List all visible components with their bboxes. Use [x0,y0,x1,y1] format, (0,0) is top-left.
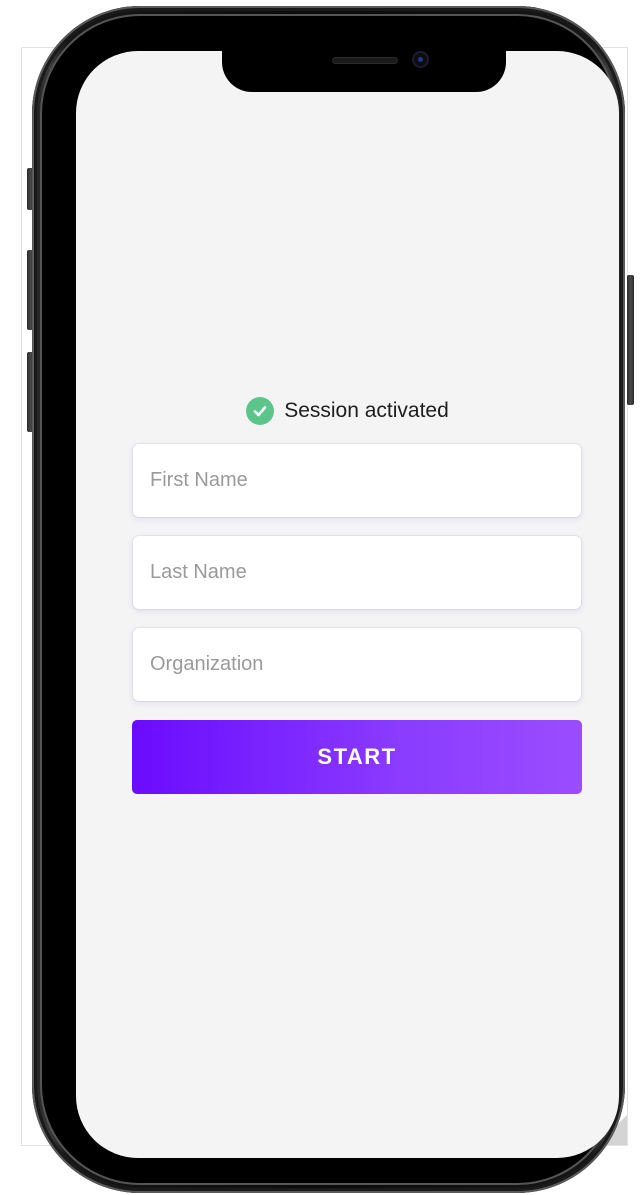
session-status: Session activated [76,396,619,426]
check-circle-icon [246,397,275,425]
speaker-grille [332,57,398,64]
notch [222,51,506,92]
session-status-text: Session activated [284,399,449,422]
first-name-input[interactable] [150,469,564,492]
phone-screen: Session activated START [76,51,619,1158]
start-button[interactable]: START [132,720,582,794]
power-button [627,275,634,405]
organization-input[interactable] [150,653,564,676]
first-name-field[interactable] [133,444,581,517]
phone-frame: Session activated START [32,6,625,1193]
front-camera-icon [412,51,429,68]
last-name-field[interactable] [133,536,581,609]
last-name-input[interactable] [150,561,564,584]
organization-field[interactable] [133,628,581,701]
